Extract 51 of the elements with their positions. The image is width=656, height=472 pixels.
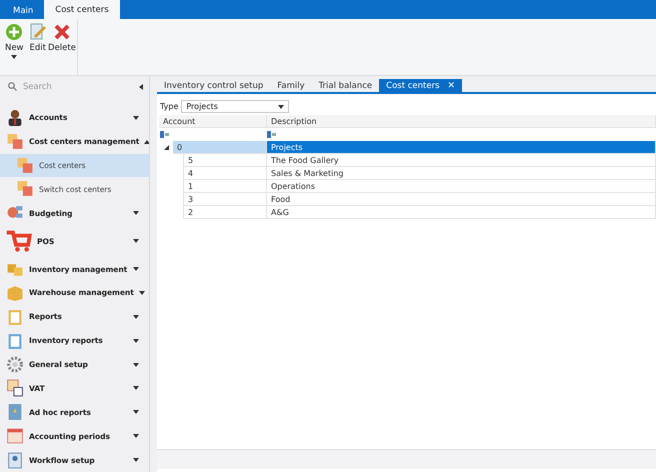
caret-icon[interactable] [133, 267, 139, 271]
table-cell: A&G [267, 206, 656, 219]
table-cell: 4 [183, 167, 267, 180]
type-dropdown[interactable]: Projects [181, 100, 290, 113]
calendar-icon [6, 427, 24, 446]
type-label: Type [160, 102, 178, 111]
expand-icon[interactable] [164, 145, 168, 150]
caret-icon[interactable] [133, 314, 139, 319]
caret-icon[interactable] [11, 55, 18, 59]
caret-icon[interactable] [133, 211, 139, 216]
cart-icon [6, 228, 32, 254]
ribbon-tab[interactable]: Main [2, 2, 44, 19]
table-cell: 5 [183, 154, 267, 167]
column-header[interactable]: Description [267, 115, 656, 128]
table-cell: Sales & Marketing [267, 167, 656, 180]
table-cell: Food [267, 193, 656, 206]
add-icon [5, 23, 24, 41]
ribbon-button[interactable]: New [4, 23, 24, 75]
table-cell: 1 [183, 180, 267, 193]
ribbon-button[interactable]: Delete [51, 23, 73, 75]
ribbon-button[interactable]: Edit [28, 23, 48, 75]
collapse-icon[interactable] [139, 84, 143, 90]
caret-icon[interactable] [133, 458, 139, 462]
document-tab[interactable]: Trial balance [312, 79, 380, 92]
caret-icon[interactable] [138, 290, 145, 295]
caret-icon[interactable] [133, 410, 139, 414]
table-cell: 2 [183, 206, 267, 219]
table-cell: 0 [173, 141, 267, 154]
caret-icon[interactable] [133, 434, 139, 438]
table-cell: Operations [267, 180, 656, 193]
edit-icon [28, 23, 47, 41]
table-cell: Projects [267, 141, 656, 154]
document-tab[interactable]: Family [270, 79, 312, 92]
column-header[interactable]: Account [159, 115, 267, 128]
close-icon[interactable]: ✕ [448, 80, 456, 90]
caret-icon[interactable] [133, 386, 139, 390]
table-cell: The Food Gallery [267, 154, 656, 167]
search-icon [8, 82, 17, 92]
caret-icon[interactable] [278, 104, 284, 108]
ribbon-tab[interactable]: Cost centers [44, 0, 120, 19]
document-tab[interactable]: Cost centers ✕ [379, 79, 462, 92]
person-icon [6, 108, 24, 127]
caret-icon[interactable] [133, 338, 139, 343]
table-cell: 3 [183, 193, 267, 206]
caret-icon[interactable] [133, 239, 139, 244]
caret-icon[interactable] [133, 116, 139, 120]
gear-icon [6, 356, 24, 374]
delete-icon [53, 23, 71, 41]
document-tab[interactable]: Inventory control setup [157, 79, 270, 92]
caret-icon[interactable] [133, 362, 139, 366]
caret-icon[interactable] [144, 140, 149, 144]
